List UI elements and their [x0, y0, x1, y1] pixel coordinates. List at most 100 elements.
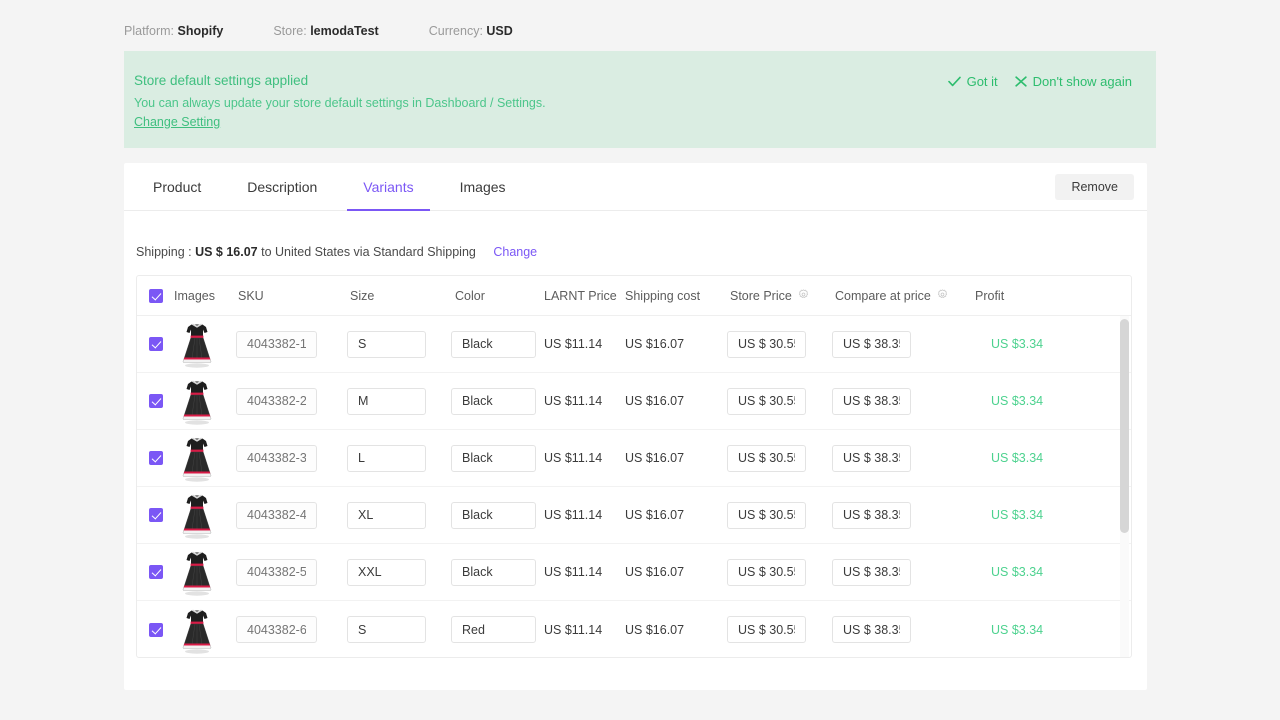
row-larnt-price: US $11.14 [544, 451, 619, 465]
change-setting-link[interactable]: Change Setting [134, 115, 220, 129]
row-larnt-price: US $11.14 [544, 508, 619, 522]
compare-at-price-input[interactable] [832, 502, 911, 529]
row-profit: US $3.34 [965, 508, 1055, 522]
color-input[interactable] [451, 502, 536, 529]
row-select-cell [137, 451, 174, 465]
size-input[interactable] [347, 559, 426, 586]
row-profit: US $3.34 [965, 394, 1055, 408]
platform-value: Shopify [178, 24, 224, 38]
tab-images[interactable]: Images [444, 163, 522, 211]
currency-value: USD [486, 24, 512, 38]
row-size-cell [346, 445, 451, 472]
compare-at-price-input[interactable] [832, 331, 911, 358]
dress-thumbnail-icon[interactable] [174, 319, 236, 369]
row-checkbox[interactable] [149, 508, 163, 522]
compare-at-price-input[interactable] [832, 616, 911, 643]
sku-input[interactable] [236, 502, 317, 529]
sku-input[interactable] [236, 445, 317, 472]
store-price-input[interactable] [727, 616, 806, 643]
dress-thumbnail-icon[interactable] [174, 490, 236, 540]
row-color-cell [451, 331, 544, 358]
row-shipping-cost: US $16.07 [619, 337, 724, 351]
row-select-cell [137, 508, 174, 522]
color-input[interactable] [451, 616, 536, 643]
shipping-amount: US $ 16.07 [195, 245, 258, 259]
store-price-input[interactable] [727, 559, 806, 586]
row-store-price-cell [724, 331, 827, 358]
sku-input[interactable] [236, 331, 317, 358]
row-color-cell [451, 616, 544, 643]
row-size-cell [346, 559, 451, 586]
store-price-input[interactable] [727, 388, 806, 415]
banner-title: Store default settings applied [134, 73, 308, 88]
store-price-input[interactable] [727, 502, 806, 529]
select-all-checkbox[interactable] [149, 289, 163, 303]
header-store-price-label: Store Price [730, 289, 792, 303]
table-row: US $11.14 US $16.07 US $3.34 [137, 487, 1131, 544]
table-row: US $11.14 US $16.07 US $3.34 [137, 601, 1131, 657]
dont-show-again-button[interactable]: Don't show again [1015, 74, 1132, 89]
row-shipping-cost: US $16.07 [619, 565, 724, 579]
sku-input[interactable] [236, 388, 317, 415]
shipping-change-link[interactable]: Change [493, 245, 537, 259]
store-price-input[interactable] [727, 331, 806, 358]
sku-input[interactable] [236, 616, 317, 643]
remove-button[interactable]: Remove [1055, 174, 1134, 200]
row-sku-cell [236, 502, 346, 529]
store-price-input[interactable] [727, 445, 806, 472]
dress-thumbnail-icon[interactable] [174, 376, 236, 426]
got-it-button[interactable]: Got it [948, 74, 998, 89]
row-store-price-cell [724, 502, 827, 529]
size-input[interactable] [347, 388, 426, 415]
row-profit: US $3.34 [965, 623, 1055, 637]
tab-variants[interactable]: Variants [347, 163, 429, 211]
store-meta: Store: lemodaTest [273, 24, 378, 38]
tab-description[interactable]: Description [231, 163, 333, 211]
row-select-cell [137, 623, 174, 637]
dress-thumbnail-icon[interactable] [174, 605, 236, 655]
row-profit: US $3.34 [965, 337, 1055, 351]
header-store-price: Store Price [724, 289, 827, 303]
size-input[interactable] [347, 616, 426, 643]
row-image-cell [174, 605, 236, 655]
header-shipping-cost: Shipping cost [619, 289, 724, 303]
table-row: US $11.14 US $16.07 US $3.34 [137, 373, 1131, 430]
dress-thumbnail-icon[interactable] [174, 547, 236, 597]
banner-description: You can always update your store default… [134, 96, 546, 110]
tab-list: Product Description Variants Images [137, 163, 536, 211]
row-checkbox[interactable] [149, 623, 163, 637]
color-input[interactable] [451, 331, 536, 358]
row-checkbox[interactable] [149, 337, 163, 351]
header-compare-at-price-label: Compare at price [835, 289, 931, 303]
size-input[interactable] [347, 502, 426, 529]
sku-input[interactable] [236, 559, 317, 586]
row-checkbox[interactable] [149, 394, 163, 408]
gear-icon[interactable] [937, 289, 948, 303]
gear-icon[interactable] [798, 289, 809, 303]
row-shipping-cost: US $16.07 [619, 623, 724, 637]
variants-table-header: Images SKU Size Color LARNT Price Shippi… [137, 276, 1131, 316]
size-input[interactable] [347, 445, 426, 472]
row-shipping-cost: US $16.07 [619, 451, 724, 465]
size-input[interactable] [347, 331, 426, 358]
variants-scrollbar-thumb[interactable] [1120, 319, 1129, 533]
compare-at-price-input[interactable] [832, 445, 911, 472]
compare-at-price-input[interactable] [832, 388, 911, 415]
compare-at-price-input[interactable] [832, 559, 911, 586]
color-input[interactable] [451, 559, 536, 586]
row-sku-cell [236, 331, 346, 358]
color-input[interactable] [451, 388, 536, 415]
dress-thumbnail-icon[interactable] [174, 433, 236, 483]
row-compare-at-price-cell [827, 445, 965, 472]
tab-product[interactable]: Product [137, 163, 217, 211]
shipping-suffix: to United States via Standard Shipping [261, 245, 476, 259]
row-size-cell [346, 388, 451, 415]
store-defaults-banner: Store default settings applied You can a… [124, 51, 1156, 148]
header-profit: Profit [965, 289, 1055, 303]
dont-show-again-label: Don't show again [1033, 74, 1132, 89]
tab-bar: Product Description Variants Images Remo… [124, 163, 1147, 211]
row-checkbox[interactable] [149, 565, 163, 579]
row-checkbox[interactable] [149, 451, 163, 465]
color-input[interactable] [451, 445, 536, 472]
platform-label: Platform: [124, 24, 174, 38]
